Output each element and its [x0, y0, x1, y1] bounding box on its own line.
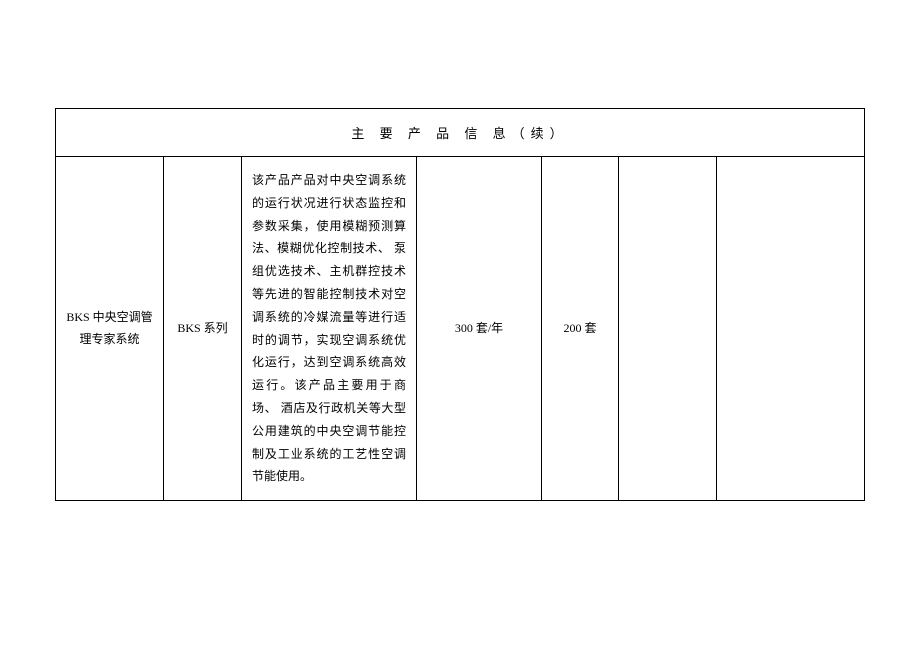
- cell-product-name: BKS 中央空调管理专家系统: [56, 157, 164, 500]
- table-title: 主 要 产 品 信 息（续）: [56, 109, 864, 157]
- cell-empty-2: [717, 157, 864, 500]
- cell-empty-1: [619, 157, 717, 500]
- product-info-table: 主 要 产 品 信 息（续） BKS 中央空调管理专家系统 BKS 系列 该产品…: [55, 108, 865, 501]
- cell-quantity: 200 套: [542, 157, 619, 500]
- cell-description: 该产品产品对中央空调系统的运行状况进行状态监控和参数采集，使用模糊预测算法、模糊…: [242, 157, 417, 500]
- table-row: BKS 中央空调管理专家系统 BKS 系列 该产品产品对中央空调系统的运行状况进…: [56, 157, 864, 500]
- cell-series: BKS 系列: [164, 157, 242, 500]
- cell-capacity: 300 套/年: [417, 157, 542, 500]
- description-text: 该产品产品对中央空调系统的运行状况进行状态监控和参数采集，使用模糊预测算法、模糊…: [252, 169, 406, 488]
